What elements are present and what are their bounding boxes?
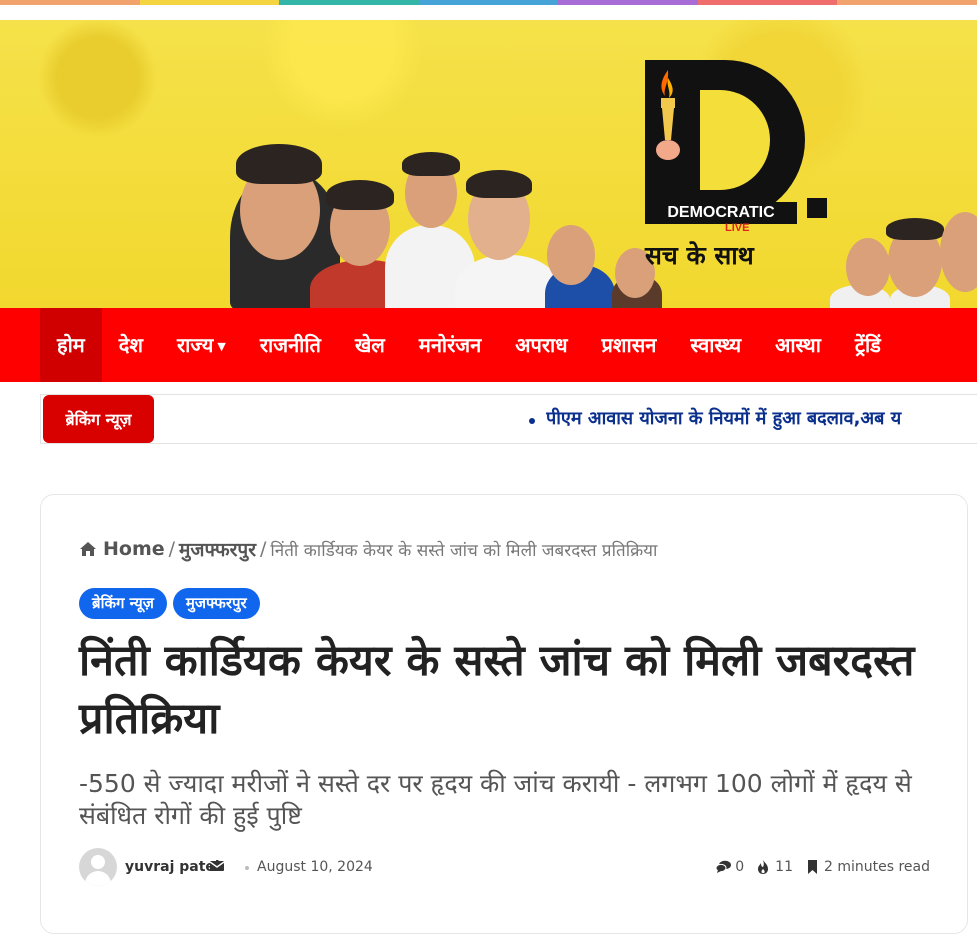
author-name-link[interactable]: yuvraj patel <box>125 859 220 875</box>
logo-brand-text: DEMOCRATIC <box>645 202 797 224</box>
torch-icon <box>656 70 680 160</box>
nav-item-label: आस्था <box>775 333 821 357</box>
nav-item-home[interactable]: होम <box>40 308 102 382</box>
logo-dot <box>807 198 827 218</box>
nav-item-khel[interactable]: खेल <box>338 308 402 382</box>
breadcrumb-separator: / <box>168 538 176 560</box>
tag-muzaffarpur[interactable]: मुजफ्फरपुर <box>172 588 260 619</box>
logo-live-text: LIVE <box>725 222 750 234</box>
banner-hair <box>402 152 460 176</box>
article-meta: yuvraj patel August 10, 2024 0 11 2 minu… <box>79 848 930 888</box>
strip-segment <box>558 0 698 5</box>
nav-item-label: स्वास्थ्य <box>690 333 742 357</box>
nav-item-swasthya[interactable]: स्वास्थ्य <box>673 308 758 382</box>
nav-item-rajya[interactable]: राज्य ▼ <box>160 308 243 382</box>
nav-item-label: मनोरंजन <box>418 333 482 357</box>
read-time-stat: 2 minutes read <box>805 859 930 875</box>
nav-item-label: प्रशासन <box>601 333 657 357</box>
strip-segment <box>279 0 419 5</box>
breadcrumb-separator: / <box>260 538 267 560</box>
strip-segment <box>139 0 280 5</box>
nav-item-label: राज्य <box>177 333 214 357</box>
logo-tagline: सच के साथ <box>645 241 754 270</box>
nav-item-aastha[interactable]: आस्था <box>758 308 838 382</box>
comments-icon <box>716 860 732 873</box>
read-time: 2 minutes read <box>823 859 930 875</box>
banner-hair <box>886 218 944 240</box>
ticker-headline-link[interactable]: पीएम आवास योजना के नियमों में हुआ बदलाव,… <box>546 406 977 430</box>
author-avatar[interactable] <box>79 848 117 886</box>
publish-date: August 10, 2024 <box>257 859 373 875</box>
tag-breaking-news[interactable]: ब्रेकिंग न्यूज़ <box>79 588 167 619</box>
bookmark-icon <box>807 860 817 874</box>
strip-segment <box>418 0 559 5</box>
views-stat: 11 <box>756 859 793 875</box>
avatar-body <box>85 871 111 886</box>
meta-separator-dot <box>245 866 249 870</box>
nav-item-label: ट्रेंडिं <box>854 333 881 357</box>
home-icon <box>80 542 96 556</box>
category-tags: ब्रेकिंग न्यूज़ मुजफ्फरपुर <box>79 588 260 619</box>
nav-item-label: देश <box>118 333 143 357</box>
main-navigation: होम देश राज्य ▼ राजनीति खेल मनोरंजन अपराध… <box>0 308 977 382</box>
site-logo[interactable]: DEMOCRATIC LIVE सच के साथ <box>645 60 830 270</box>
envelope-icon[interactable] <box>210 860 224 872</box>
nav-item-label: राजनीति <box>259 333 321 357</box>
nav-item-label: खेल <box>354 333 385 357</box>
comments-count: 0 <box>735 859 745 875</box>
breadcrumb-category-link[interactable]: मुजफ्फरपुर <box>179 536 256 562</box>
nav-item-manoranjan[interactable]: मनोरंजन <box>402 308 498 382</box>
banner-face <box>846 238 890 296</box>
ticker-bullet-icon <box>529 418 535 424</box>
nav-item-trending[interactable]: ट्रेंडिं <box>838 308 898 382</box>
article-title: निंती कार्डियक केयर के सस्ते जांच को मिल… <box>79 636 915 744</box>
banner-face <box>547 225 595 285</box>
nav-item-label: अपराध <box>515 333 568 357</box>
caret-down-icon: ▼ <box>217 339 226 353</box>
nav-item-apradh[interactable]: अपराध <box>498 308 584 382</box>
nav-item-label: होम <box>57 333 85 357</box>
breaking-news-label: ब्रेकिंग न्यूज़ <box>43 395 154 443</box>
banner-hair <box>326 180 394 210</box>
breadcrumb: Home / मुजफ्फरपुर / निंती कार्डियक केयर … <box>79 536 657 562</box>
views-count: 11 <box>775 859 793 875</box>
avatar-head <box>91 855 105 869</box>
nav-item-prashasan[interactable]: प्रशासन <box>585 308 674 382</box>
nav-item-rajneeti[interactable]: राजनीति <box>243 308 338 382</box>
banner-hair <box>466 170 532 198</box>
strip-segment <box>0 0 140 5</box>
top-color-strip <box>0 0 977 5</box>
strip-segment <box>697 0 838 5</box>
header-banner[interactable]: DEMOCRATIC LIVE सच के साथ <box>0 20 977 308</box>
breadcrumb-current: निंती कार्डियक केयर के सस्ते जांच को मिल… <box>270 540 658 561</box>
comments-stat[interactable]: 0 <box>716 859 744 875</box>
article-stats: 0 11 2 minutes read <box>716 859 930 875</box>
nav-item-desh[interactable]: देश <box>102 308 160 382</box>
article-subtitle: -550 से ज्यादा मरीजों ने सस्ते दर पर हृद… <box>79 769 912 830</box>
breadcrumb-home-link[interactable]: Home <box>103 538 165 560</box>
strip-segment <box>837 0 977 5</box>
fire-icon <box>758 860 769 874</box>
banner-hair <box>236 144 322 184</box>
